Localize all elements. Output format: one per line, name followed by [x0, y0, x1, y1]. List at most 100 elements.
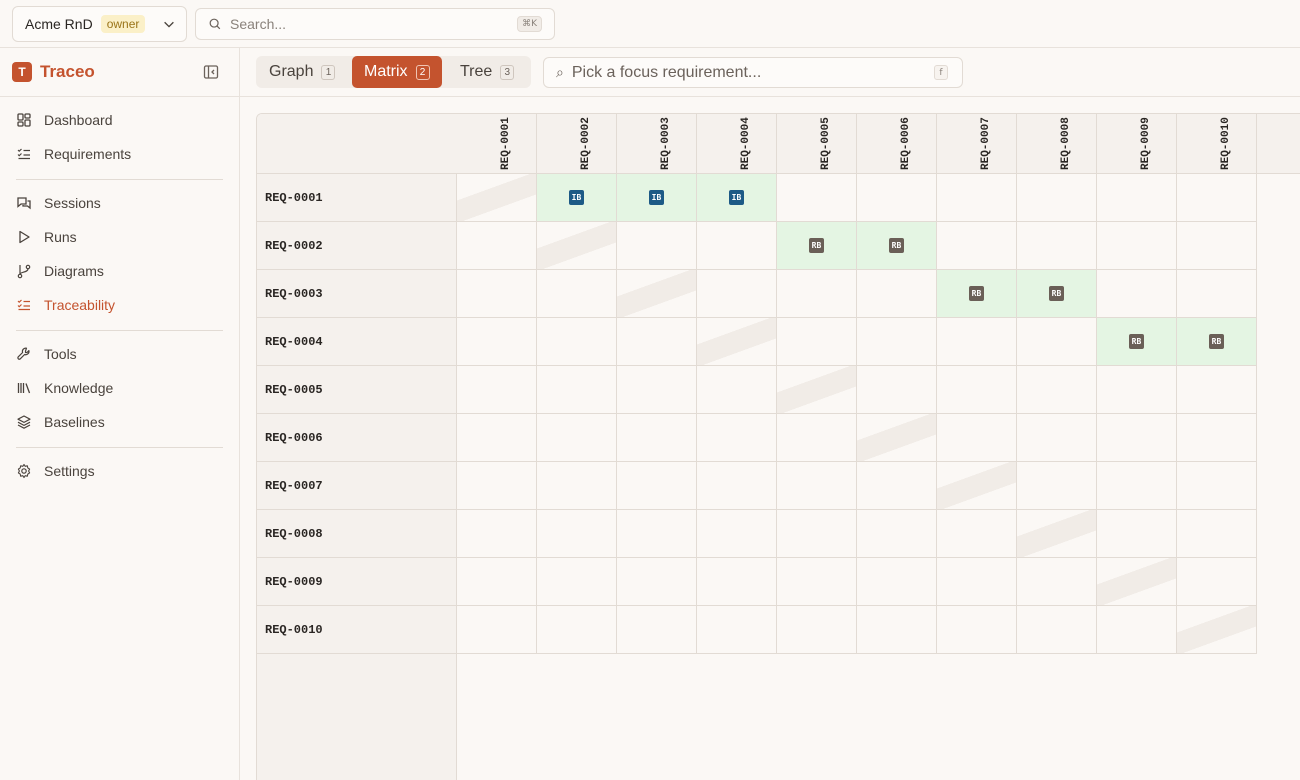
sidebar-item-knowledge[interactable]: Knowledge [16, 373, 224, 403]
global-search[interactable]: ⌘K [195, 8, 555, 40]
matrix-cell[interactable] [857, 558, 937, 606]
tab-matrix[interactable]: Matrix 2 [352, 56, 442, 88]
matrix-cell[interactable] [857, 462, 937, 510]
matrix-cell[interactable] [617, 318, 697, 366]
matrix-cell[interactable] [777, 174, 857, 222]
matrix-cell[interactable] [697, 462, 777, 510]
matrix-cell-linked[interactable]: IB [617, 174, 697, 222]
sidebar-item-requirements[interactable]: Requirements [16, 139, 224, 169]
matrix-cell[interactable] [777, 606, 857, 654]
column-header[interactable]: REQ-0001 [457, 114, 537, 174]
matrix-cell-linked[interactable]: RB [1177, 318, 1257, 366]
matrix-cell-linked[interactable]: IB [537, 174, 617, 222]
matrix-cell[interactable] [697, 366, 777, 414]
matrix-cell[interactable] [1017, 558, 1097, 606]
matrix-cell[interactable] [697, 414, 777, 462]
matrix-cell-linked[interactable]: RB [1097, 318, 1177, 366]
matrix-cell[interactable] [937, 366, 1017, 414]
matrix-cell[interactable] [937, 606, 1017, 654]
matrix-cell[interactable] [1097, 366, 1177, 414]
matrix-cell[interactable] [697, 510, 777, 558]
matrix-cell[interactable] [1177, 414, 1257, 462]
matrix-cell[interactable] [537, 366, 617, 414]
matrix-cell[interactable] [697, 558, 777, 606]
matrix-cell[interactable] [697, 606, 777, 654]
matrix-cell[interactable] [457, 558, 537, 606]
sidebar-item-diagrams[interactable]: Diagrams [16, 256, 224, 286]
matrix-cell[interactable] [457, 606, 537, 654]
sidebar-item-runs[interactable]: Runs [16, 222, 224, 252]
matrix-cell[interactable] [857, 510, 937, 558]
matrix-cell[interactable] [457, 366, 537, 414]
row-header[interactable]: REQ-0008 [257, 510, 457, 558]
matrix-cell[interactable] [1177, 558, 1257, 606]
matrix-cell[interactable] [1017, 606, 1097, 654]
row-header[interactable]: REQ-0006 [257, 414, 457, 462]
matrix-cell[interactable] [1097, 414, 1177, 462]
sidebar-item-tools[interactable]: Tools [16, 339, 224, 369]
tab-tree[interactable]: Tree 3 [448, 56, 526, 88]
matrix-cell[interactable] [537, 414, 617, 462]
matrix-cell[interactable] [537, 462, 617, 510]
column-header[interactable]: REQ-0010 [1177, 114, 1257, 174]
org-switcher[interactable]: Acme RnD owner [12, 6, 187, 42]
matrix-cell[interactable] [857, 606, 937, 654]
matrix-cell[interactable] [1097, 174, 1177, 222]
matrix-cell[interactable] [1177, 366, 1257, 414]
row-header[interactable]: REQ-0003 [257, 270, 457, 318]
matrix-cell[interactable] [1097, 462, 1177, 510]
matrix-cell[interactable] [537, 318, 617, 366]
focus-requirement-picker[interactable]: ⌕ f [543, 57, 963, 88]
focus-requirement-input[interactable] [571, 63, 912, 82]
matrix-cell[interactable] [457, 270, 537, 318]
matrix-cell[interactable] [937, 510, 1017, 558]
matrix-cell[interactable] [1097, 510, 1177, 558]
column-header[interactable]: REQ-0004 [697, 114, 777, 174]
matrix-cell[interactable] [1017, 318, 1097, 366]
matrix-cell[interactable] [457, 222, 537, 270]
matrix-cell[interactable] [937, 318, 1017, 366]
row-header[interactable]: REQ-0009 [257, 558, 457, 606]
collapse-sidebar-icon[interactable] [203, 64, 219, 80]
matrix-cell[interactable] [937, 414, 1017, 462]
matrix-cell[interactable] [777, 318, 857, 366]
matrix-cell[interactable] [457, 414, 537, 462]
matrix-cell[interactable] [1097, 222, 1177, 270]
sidebar-item-sessions[interactable]: Sessions [16, 188, 224, 218]
matrix-cell[interactable] [937, 558, 1017, 606]
matrix-cell-linked[interactable]: RB [937, 270, 1017, 318]
matrix-cell[interactable] [1017, 462, 1097, 510]
matrix-cell[interactable] [617, 558, 697, 606]
row-header[interactable]: REQ-0007 [257, 462, 457, 510]
matrix-cell[interactable] [777, 510, 857, 558]
matrix-cell[interactable] [1097, 606, 1177, 654]
row-header[interactable]: REQ-0004 [257, 318, 457, 366]
matrix-cell-linked[interactable]: IB [697, 174, 777, 222]
matrix-cell[interactable] [457, 462, 537, 510]
column-header[interactable]: REQ-0002 [537, 114, 617, 174]
matrix-cell[interactable] [697, 222, 777, 270]
matrix-cell-linked[interactable]: RB [777, 222, 857, 270]
tab-graph[interactable]: Graph 1 [257, 56, 347, 88]
matrix-cell[interactable] [617, 462, 697, 510]
sidebar-item-traceability[interactable]: Traceability [16, 290, 224, 320]
matrix-cell[interactable] [537, 558, 617, 606]
matrix-cell[interactable] [537, 510, 617, 558]
matrix-cell[interactable] [1097, 270, 1177, 318]
column-header[interactable]: REQ-0008 [1017, 114, 1097, 174]
matrix-cell[interactable] [937, 222, 1017, 270]
column-header[interactable]: REQ-0009 [1097, 114, 1177, 174]
matrix-cell[interactable] [617, 606, 697, 654]
matrix-cell[interactable] [1177, 174, 1257, 222]
matrix-cell[interactable] [697, 270, 777, 318]
sidebar-item-dashboard[interactable]: Dashboard [16, 105, 224, 135]
matrix-cell[interactable] [617, 510, 697, 558]
matrix-cell[interactable] [457, 318, 537, 366]
column-header[interactable]: REQ-0006 [857, 114, 937, 174]
matrix-cell-linked[interactable]: RB [857, 222, 937, 270]
matrix-cell[interactable] [1017, 366, 1097, 414]
matrix-cell[interactable] [777, 558, 857, 606]
row-header[interactable]: REQ-0010 [257, 606, 457, 654]
matrix-cell[interactable] [1017, 174, 1097, 222]
row-header[interactable]: REQ-0005 [257, 366, 457, 414]
